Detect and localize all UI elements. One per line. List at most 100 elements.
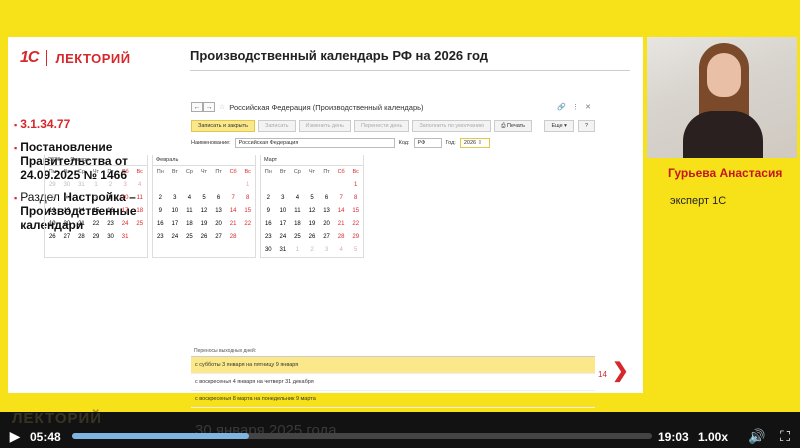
fullscreen-icon[interactable]: ⛶	[776, 427, 794, 445]
calendar-day[interactable]: 17	[118, 205, 133, 218]
calendar-day[interactable]: 22	[240, 218, 255, 231]
calendar-day[interactable]: 24	[276, 231, 291, 244]
calendar-day[interactable]: 1	[290, 244, 305, 257]
calendar-day[interactable]: 18	[182, 218, 197, 231]
calendar-day[interactable]: 7	[226, 192, 241, 205]
edit-day-button[interactable]: Изменить день	[298, 120, 352, 132]
calendar-day[interactable]: 22	[89, 218, 104, 231]
calendar-day[interactable]: 5	[348, 244, 363, 257]
calendar-day[interactable]: 26	[305, 231, 320, 244]
favorite-star-icon[interactable]: ☆	[219, 103, 225, 111]
year-field[interactable]: 2026 ⇕	[459, 138, 490, 148]
calendar-day[interactable]: 25	[290, 231, 305, 244]
calendar-day[interactable]: 6	[319, 192, 334, 205]
calendar-day[interactable]: 21	[74, 218, 89, 231]
calendar-day[interactable]: 18	[290, 218, 305, 231]
more-vert-icon[interactable]: ⋮	[572, 103, 579, 111]
calendar-day[interactable]: 4	[334, 244, 349, 257]
play-icon[interactable]: ▶	[6, 427, 24, 445]
calendar-day[interactable]: 15	[348, 205, 363, 218]
calendar-day[interactable]: 1	[348, 179, 363, 192]
calendar-day[interactable]: 19	[197, 218, 212, 231]
help-button[interactable]: ?	[577, 120, 595, 132]
calendar-day[interactable]: 23	[103, 218, 118, 231]
calendar-day[interactable]: 1	[89, 179, 104, 192]
calendar-day[interactable]: 13	[211, 205, 226, 218]
calendar-day[interactable]: 2	[103, 179, 118, 192]
calendar-day[interactable]: 11	[132, 192, 147, 205]
calendar-day[interactable]: 30	[261, 244, 276, 257]
calendar-day[interactable]: 4	[290, 192, 305, 205]
calendar-day[interactable]: 19	[45, 218, 60, 231]
calendar-day[interactable]: 14	[74, 205, 89, 218]
calendar-day[interactable]: 8	[348, 192, 363, 205]
next-slide-chevron-icon[interactable]: ❯	[612, 361, 629, 381]
calendar-day[interactable]: 7	[74, 192, 89, 205]
move-day-button[interactable]: Перенести день	[354, 120, 410, 132]
calendar-day[interactable]: 11	[182, 205, 197, 218]
calendar-day[interactable]: 20	[319, 218, 334, 231]
calendar-day[interactable]: 31	[276, 244, 291, 257]
calendar-day[interactable]: 19	[305, 218, 320, 231]
back-button[interactable]: ←	[191, 102, 203, 112]
calendar-day[interactable]: 25	[132, 218, 147, 231]
calendar-day[interactable]: 29	[348, 231, 363, 244]
calendar-day[interactable]: 28	[334, 231, 349, 244]
fill-default-button[interactable]: Заполнить по умолчанию	[412, 120, 492, 132]
calendar-day[interactable]: 11	[290, 205, 305, 218]
calendar-day[interactable]: 12	[45, 205, 60, 218]
calendar-day[interactable]: 27	[319, 231, 334, 244]
save-close-button[interactable]: Записать и закрыть	[191, 120, 256, 132]
calendar-day[interactable]: 17	[168, 218, 183, 231]
calendar-day[interactable]: 31	[118, 231, 133, 244]
volume-icon[interactable]: 🔊	[748, 427, 766, 445]
calendar-day[interactable]: 29	[45, 179, 60, 192]
forward-button[interactable]: →	[203, 102, 215, 112]
calendar-day[interactable]: 28	[74, 231, 89, 244]
calendar-day[interactable]: 21	[226, 218, 241, 231]
progress-bar[interactable]	[72, 433, 652, 439]
calendar-day[interactable]: 26	[45, 231, 60, 244]
link-icon[interactable]: 🔗	[557, 103, 566, 111]
calendar-day[interactable]: 15	[89, 205, 104, 218]
calendar-day[interactable]: 14	[226, 205, 241, 218]
calendar-day[interactable]: 5	[45, 192, 60, 205]
calendar-day[interactable]: 29	[89, 231, 104, 244]
calendar-day[interactable]: 5	[197, 192, 212, 205]
calendar-day[interactable]: 15	[240, 205, 255, 218]
calendar-day[interactable]: 9	[261, 205, 276, 218]
calendar-day[interactable]: 12	[197, 205, 212, 218]
name-field[interactable]: Российская Федерация	[234, 138, 395, 148]
calendar-day[interactable]: 4	[132, 179, 147, 192]
save-button[interactable]: Записать	[258, 120, 296, 132]
calendar-day[interactable]: 2	[153, 192, 168, 205]
calendar-day[interactable]: 16	[261, 218, 276, 231]
calendar-day[interactable]: 3	[276, 192, 291, 205]
calendar-day[interactable]: 30	[60, 179, 75, 192]
calendar-day[interactable]: 10	[118, 192, 133, 205]
calendar-day[interactable]: 31	[74, 179, 89, 192]
calendar-day[interactable]: 20	[60, 218, 75, 231]
calendar-day[interactable]: 26	[197, 231, 212, 244]
calendar-day[interactable]: 30	[103, 231, 118, 244]
calendar-day[interactable]: 17	[276, 218, 291, 231]
calendar-day[interactable]: 14	[334, 205, 349, 218]
calendar-day[interactable]: 23	[261, 231, 276, 244]
calendar-day[interactable]: 20	[211, 218, 226, 231]
calendar-day[interactable]: 16	[153, 218, 168, 231]
code-field[interactable]: РФ	[413, 138, 442, 148]
calendar-day[interactable]: 3	[118, 179, 133, 192]
close-icon[interactable]: ✕	[585, 103, 591, 111]
calendar-day[interactable]: 13	[60, 205, 75, 218]
calendar-day[interactable]: 25	[182, 231, 197, 244]
speed-button[interactable]: 1.00x	[698, 430, 728, 444]
calendar-day[interactable]: 6	[60, 192, 75, 205]
calendar-day[interactable]: 4	[182, 192, 197, 205]
calendar-day[interactable]: 8	[240, 192, 255, 205]
stepper-icon[interactable]: ⇕	[476, 140, 483, 146]
more-button[interactable]: Еще ▾	[544, 120, 574, 132]
calendar-day[interactable]: 1	[240, 179, 255, 192]
calendar-day[interactable]: 24	[168, 231, 183, 244]
calendar-day[interactable]: 16	[103, 205, 118, 218]
calendar-day[interactable]: 24	[118, 218, 133, 231]
